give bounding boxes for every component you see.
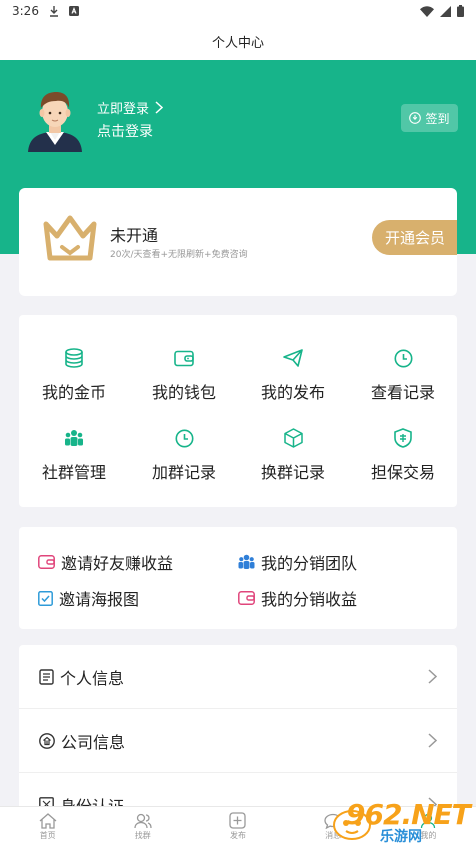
- chevron-right-icon: [155, 101, 164, 114]
- invite-label: 邀请海报图: [59, 590, 140, 609]
- nav-bar: 个人中心: [0, 22, 476, 60]
- download-icon: [49, 5, 58, 17]
- grid-item-wallet[interactable]: 我的钱包: [129, 343, 239, 413]
- grid-item-community[interactable]: 社群管理: [19, 423, 129, 493]
- invite-friends-item[interactable]: 邀请好友赚收益: [38, 550, 173, 574]
- home-icon: [39, 812, 57, 829]
- menu-row-company-info[interactable]: 公司信息: [19, 709, 457, 773]
- grid-label: 担保交易: [370, 463, 435, 482]
- grid-item-coins[interactable]: 我的金币: [19, 343, 129, 413]
- wifi-icon: [420, 5, 434, 17]
- tab-find-group[interactable]: 找群: [95, 807, 190, 846]
- status-time: 3:26: [12, 4, 39, 18]
- vip-card: 未开通 20次/天查看+无限刷新+免费咨询 开通会员: [19, 188, 457, 296]
- wallet-pink-icon: [38, 555, 55, 569]
- avatar[interactable]: [26, 90, 84, 152]
- status-bar: 3:26: [0, 0, 476, 22]
- login-link-label: 立即登录: [97, 102, 150, 117]
- clock-icon: [175, 429, 193, 447]
- settings-menu: 个人信息 公司信息 身份认证: [19, 645, 457, 810]
- invite-card: 邀请好友赚收益 我的分销团队 邀请海报图 我的分销收益: [19, 527, 457, 629]
- grid-label: 查看记录: [370, 383, 435, 402]
- menu-label: 个人信息: [60, 668, 125, 688]
- grid-item-view-history[interactable]: 查看记录: [348, 343, 458, 413]
- distribution-team-item[interactable]: 我的分销团队: [238, 550, 357, 574]
- grid-item-publish[interactable]: 我的发布: [238, 343, 348, 413]
- menu-row-personal-info[interactable]: 个人信息: [19, 645, 457, 709]
- avatar-icon: [28, 92, 82, 152]
- open-vip-button[interactable]: 开通会员: [372, 220, 457, 255]
- vip-benefits: 20次/天查看+无限刷新+免费咨询: [110, 250, 248, 260]
- watermark-subtext: 乐游网: [380, 829, 422, 845]
- battery-icon: [457, 5, 464, 17]
- company-icon: [39, 732, 55, 749]
- wallet-icon: [174, 350, 194, 366]
- login-subtitle[interactable]: 点击登录: [97, 121, 153, 141]
- clock-icon: [394, 349, 412, 367]
- cube-icon: [283, 428, 303, 448]
- grid-label: 我的钱包: [151, 383, 216, 402]
- login-link[interactable]: 立即登录: [97, 98, 164, 117]
- grid-label: 加群记录: [151, 463, 216, 482]
- crown-icon: [43, 215, 97, 261]
- grid-label: 社群管理: [41, 463, 106, 482]
- grid-label: 我的金币: [41, 383, 106, 402]
- document-icon: [39, 668, 54, 685]
- invite-label: 我的分销团队: [261, 554, 358, 573]
- feature-grid: 我的金币 我的钱包 我的发布 查看记录 社群管理 加群记录 换群记录 担保交易: [19, 315, 457, 507]
- grid-label: 换群记录: [260, 463, 325, 482]
- plus-icon: [229, 812, 247, 829]
- tab-label: 首页: [39, 830, 56, 840]
- tab-home[interactable]: 首页: [0, 807, 95, 846]
- app-notification-icon: [68, 6, 79, 16]
- shield-icon: [394, 428, 412, 448]
- vip-status: 未开通: [110, 226, 159, 245]
- grid-item-join-history[interactable]: 加群记录: [129, 423, 239, 493]
- tab-label: 发布: [229, 831, 246, 840]
- grid-item-escrow[interactable]: 担保交易: [348, 423, 458, 493]
- checkbox-icon: [38, 590, 53, 606]
- wallet-pink-icon: [238, 591, 255, 605]
- team-icon: [238, 554, 255, 569]
- group-icon: [65, 430, 83, 446]
- invite-label: 我的分销收益: [261, 590, 358, 609]
- menu-label: 公司信息: [61, 732, 126, 752]
- invite-poster-item[interactable]: 邀请海报图: [38, 586, 139, 610]
- checkin-label: 签到: [425, 111, 450, 126]
- grid-label: 我的发布: [260, 383, 325, 402]
- invite-label: 邀请好友赚收益: [61, 554, 174, 573]
- send-icon: [283, 349, 303, 367]
- checkin-button[interactable]: 签到: [401, 104, 458, 132]
- page-title: 个人中心: [211, 35, 264, 51]
- people-icon: [134, 813, 152, 828]
- checkin-icon: [409, 112, 422, 124]
- tab-publish[interactable]: 发布: [190, 807, 285, 846]
- distribution-income-item[interactable]: 我的分销收益: [238, 586, 357, 610]
- tab-label: 找群: [134, 830, 151, 840]
- grid-item-swap-history[interactable]: 换群记录: [238, 423, 348, 493]
- chevron-right-icon: [428, 669, 437, 684]
- coins-icon: [65, 348, 83, 368]
- chevron-right-icon: [428, 733, 437, 748]
- signal-icon: [440, 5, 451, 17]
